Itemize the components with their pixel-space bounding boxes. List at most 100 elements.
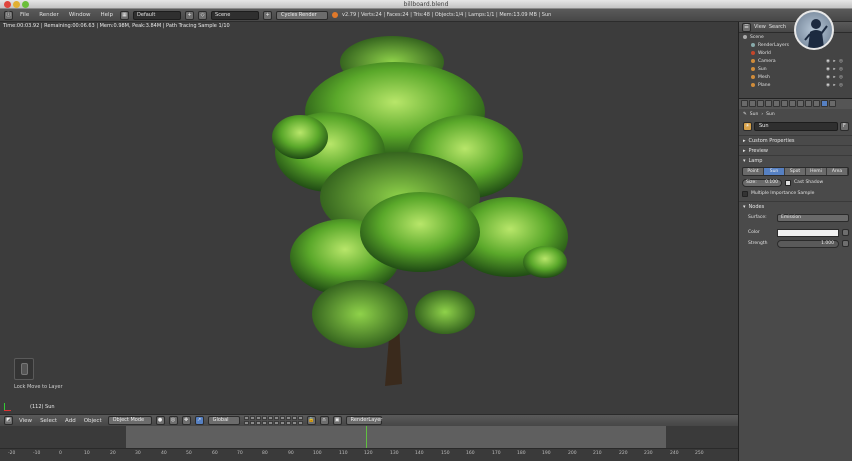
visibility-icons[interactable]: ◉ ▸ ◎	[826, 67, 844, 72]
surface-shader-field[interactable]: Emission	[777, 213, 849, 222]
outliner-row-sun[interactable]: Sun ◉ ▸ ◎	[739, 65, 852, 73]
outliner-row-plane[interactable]: Plane ◉ ▸ ◎	[739, 81, 852, 89]
editor-type-icon[interactable]: ◩	[4, 416, 13, 425]
timeline-tick-label: 30	[135, 451, 141, 456]
texture-tab-icon[interactable]	[813, 100, 820, 107]
object-tab-icon[interactable]	[773, 100, 780, 107]
add-scene-icon[interactable]: +	[263, 10, 273, 20]
color-swatch[interactable]	[777, 228, 839, 237]
timeline-tick-label: 110	[339, 451, 348, 456]
datablock-name-field[interactable]: Sun	[754, 122, 838, 131]
menu-render[interactable]: Render	[36, 12, 62, 18]
panel-lamp[interactable]: ▾ Lamp	[739, 155, 852, 165]
outliner-row-camera[interactable]: Camera ◉ ▸ ◎	[739, 57, 852, 65]
scene-tab-icon[interactable]	[757, 100, 764, 107]
panel-preview[interactable]: ▸ Preview	[739, 145, 852, 155]
strength-link-icon[interactable]	[842, 240, 849, 247]
chevron-right-icon: ▸	[743, 147, 746, 154]
timeline-out-of-range-end	[666, 426, 738, 448]
render-layers-tab-icon[interactable]	[749, 100, 756, 107]
physics-tab-icon[interactable]	[829, 100, 836, 107]
toolshelf-toggle[interactable]	[14, 358, 34, 380]
pivot-point-icon[interactable]: ◎	[168, 416, 178, 425]
mode-dropdown[interactable]: Object Mode	[107, 416, 152, 425]
render-preview-icon[interactable]: ▣	[332, 416, 342, 425]
visibility-icons[interactable]: ◉ ▸ ◎	[826, 75, 844, 80]
render-engine-dropdown[interactable]: Cycles Render	[276, 10, 329, 20]
timeline-editor[interactable]: -20 -10 0 10 20 30 40 50 60 70 80 90 100 110 120 130 140…	[0, 426, 738, 461]
world-tab-icon[interactable]	[765, 100, 772, 107]
data-tab-icon[interactable]	[797, 100, 804, 107]
lamp-data-tab-icon[interactable]	[821, 100, 828, 107]
timeline-tick-label: 90	[288, 451, 294, 456]
strength-slider[interactable]: 1.000	[777, 239, 839, 248]
lamp-type-sun[interactable]: Sun	[764, 168, 785, 175]
screen-layout-field[interactable]: Default	[133, 10, 182, 20]
snap-icon[interactable]: ∩	[319, 416, 329, 425]
mis-row: Multiple Importance Sample	[742, 189, 849, 198]
menu-window[interactable]: Window	[66, 12, 94, 18]
layer-buttons[interactable]	[243, 416, 303, 425]
menu-view[interactable]: View	[17, 418, 34, 424]
properties-editor[interactable]: ✎ Sun › Sun ☀ Sun F ▸ Custom Properties …	[738, 98, 852, 461]
pin-icon[interactable]: ✎	[743, 112, 747, 117]
timeline-tick-label: -20	[8, 451, 16, 456]
cast-shadow-checkbox[interactable]	[785, 179, 791, 186]
lamp-type-selector: Point Sun Spot Hemi Area	[742, 167, 849, 176]
outliner-row-label: Mesh	[758, 74, 770, 80]
timeline-tick-label: 100	[313, 451, 322, 456]
visibility-icons[interactable]: ◉ ▸ ◎	[826, 59, 844, 64]
timeline-ruler[interactable]: -20 -10 0 10 20 30 40 50 60 70 80 90 100 110 120 130 140…	[0, 448, 738, 461]
outliner-row-label: Plane	[758, 82, 771, 88]
outliner-menu-view[interactable]: View	[754, 24, 766, 30]
outliner-editor-icon[interactable]: ☰	[742, 22, 751, 32]
fake-user-icon[interactable]: F	[840, 122, 849, 131]
outliner-row-label: Sun	[758, 66, 767, 72]
manipulator-icon[interactable]: ✥	[181, 416, 191, 425]
outliner-row-renderlayers[interactable]: RenderLayers	[739, 41, 852, 49]
menu-object[interactable]: Object	[82, 418, 104, 424]
scene-icon[interactable]: ◇	[198, 10, 208, 20]
constraints-tab-icon[interactable]	[781, 100, 788, 107]
3d-view-header: ◩ View Select Add Object Object Mode ● ◎…	[0, 414, 738, 426]
menu-help[interactable]: Help	[98, 12, 117, 18]
outliner-row-label: Scene	[750, 34, 764, 40]
lamp-type-area[interactable]: Area	[827, 168, 848, 175]
panel-nodes[interactable]: ▾ Nodes	[739, 201, 852, 211]
lamp-type-spot[interactable]: Spot	[785, 168, 806, 175]
panel-custom-properties[interactable]: ▸ Custom Properties	[739, 135, 852, 145]
timeline-tick-label: 130	[390, 451, 399, 456]
x-axis-icon	[4, 410, 11, 411]
world-icon	[751, 51, 755, 55]
editor-type-icon[interactable]: ⓘ	[4, 10, 13, 20]
outliner-row-mesh[interactable]: Mesh ◉ ▸ ◎	[739, 73, 852, 81]
menu-select[interactable]: Select	[38, 418, 59, 424]
render-tab-icon[interactable]	[741, 100, 748, 107]
surface-row: Surface: Emission	[742, 213, 849, 222]
lamp-type-hemi[interactable]: Hemi	[806, 168, 827, 175]
window-title: billboard.blend	[403, 1, 449, 8]
material-tab-icon[interactable]	[805, 100, 812, 107]
outliner-row-world[interactable]: World	[739, 49, 852, 57]
translate-manipulator-icon[interactable]: ↗	[194, 416, 204, 425]
timeline-tick-label: 70	[237, 451, 243, 456]
add-screen-icon[interactable]: +	[185, 10, 195, 20]
lamp-datablock-icon[interactable]: ☀	[743, 122, 752, 131]
mesh-icon	[751, 83, 755, 87]
viewport-shading-icon[interactable]: ●	[155, 416, 165, 425]
scene-field[interactable]: Scene	[211, 10, 260, 20]
menu-file[interactable]: File	[17, 12, 32, 18]
visibility-icons[interactable]: ◉ ▸ ◎	[826, 83, 844, 88]
outliner-menu-search[interactable]: Search	[769, 24, 786, 30]
color-link-icon[interactable]	[842, 229, 849, 236]
lamp-type-point[interactable]: Point	[743, 168, 764, 175]
3d-viewport[interactable]: Time:00:03.92 | Remaining:00:06.63 | Mem…	[0, 22, 738, 414]
transform-orientation-dropdown[interactable]: Global	[207, 416, 240, 425]
modifiers-tab-icon[interactable]	[789, 100, 796, 107]
menu-add[interactable]: Add	[63, 418, 78, 424]
multiple-importance-checkbox[interactable]	[742, 190, 748, 197]
size-field[interactable]: Size: 0.100	[742, 178, 782, 187]
lock-layers-icon[interactable]: 🔒	[306, 416, 316, 425]
render-layer-field[interactable]: RenderLayer	[345, 416, 382, 425]
screen-layout-icon[interactable]: ▦	[120, 10, 130, 20]
